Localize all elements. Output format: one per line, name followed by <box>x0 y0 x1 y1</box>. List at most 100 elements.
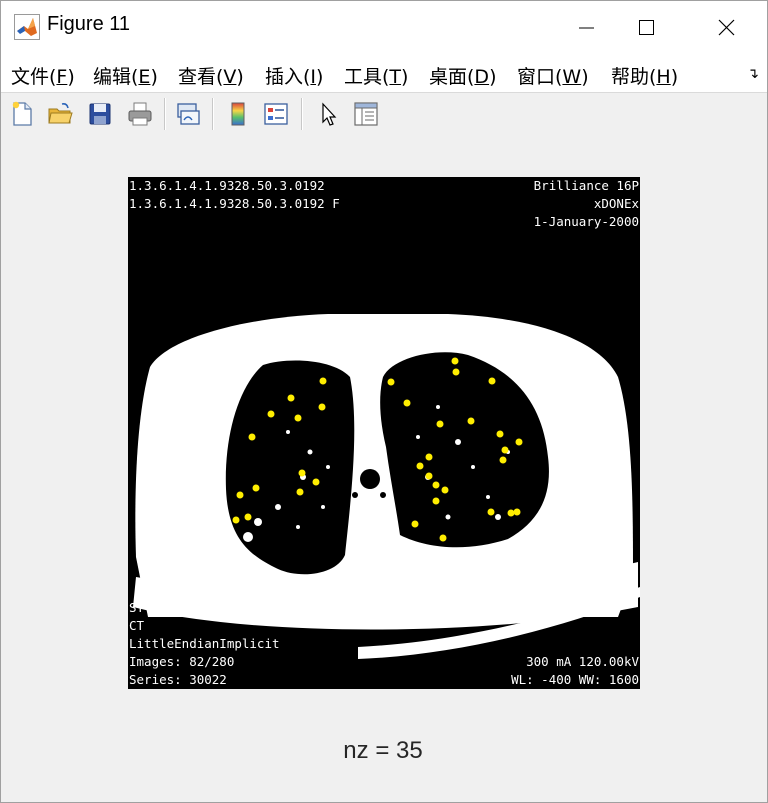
marker-point-7 <box>403 399 411 407</box>
menu-desktop-close: ) <box>489 66 497 88</box>
window-title: Figure 11 <box>47 13 131 35</box>
menu-bar: 文件(F) 编辑(E) 查看(V) 插入(I) 工具(T) 桌面(D) 窗口(W… <box>1 54 767 92</box>
marker-point-19 <box>416 462 424 470</box>
marker-point-20 <box>298 469 306 477</box>
marker-point-34 <box>411 520 419 528</box>
menu-edit-accel: E <box>138 66 151 88</box>
marker-point-26 <box>296 488 304 496</box>
toolbar <box>1 92 767 137</box>
overlay-bottom-left-line-4: Images: 82/280 <box>129 654 234 669</box>
overlay-bottom-right-line-2: WL: -400 WW: 1600 <box>511 672 639 687</box>
menu-file-label: 文件( <box>11 66 57 88</box>
x-axis-label: nz = 35 <box>343 737 423 764</box>
marker-point-10 <box>294 414 302 422</box>
marker-point-18 <box>499 456 507 464</box>
menu-file-close: ) <box>67 66 75 88</box>
marker-point-5 <box>319 377 327 385</box>
menu-edit-close: ) <box>150 66 158 88</box>
menu-help-label: 帮助( <box>611 66 657 88</box>
select-pointer-icon <box>322 102 337 126</box>
menu-tools[interactable]: 工具(T) <box>344 62 408 89</box>
marker-point-25 <box>441 486 449 494</box>
overlay-bottom-right-line-1: 300 mA 120.00kV <box>526 654 639 669</box>
menu-view-accel: V <box>223 66 237 88</box>
menu-help[interactable]: 帮助(H) <box>611 62 678 89</box>
maximize-button[interactable] <box>617 1 677 54</box>
ct-scan-image: 1.3.6.1.4.1.9328.50.3.0192 1.3.6.1.4.1.9… <box>128 177 640 689</box>
open-file-icon <box>48 103 73 124</box>
menu-tools-close: ) <box>401 66 409 88</box>
menu-view[interactable]: 查看(V) <box>178 62 244 89</box>
print-button[interactable] <box>125 99 155 129</box>
marker-point-28 <box>432 497 440 505</box>
marker-point-3 <box>387 378 395 386</box>
toolbar-separator <box>164 98 166 130</box>
minimize-icon <box>579 27 594 29</box>
menu-view-label: 查看( <box>178 66 224 88</box>
left-lung <box>225 360 355 575</box>
marker-point-29 <box>487 508 495 516</box>
link-plot-icon <box>177 103 200 125</box>
marker-point-22 <box>312 478 320 486</box>
menu-window-accel: W <box>562 66 582 88</box>
marker-point-14 <box>515 438 523 446</box>
overlay-bottom-left-line-3: LittleEndianImplicit <box>129 636 280 651</box>
legend-icon <box>264 103 288 125</box>
marker-point-9 <box>267 410 275 418</box>
marker-point-32 <box>244 513 252 521</box>
title-bar: Figure 11 <box>1 1 767 54</box>
overlay-top-left-line-2: 1.3.6.1.4.1.9328.50.3.0192 F <box>129 196 340 211</box>
menu-file-accel: F <box>56 66 68 88</box>
marker-point-13 <box>496 430 504 438</box>
overlay-top-left-line-1: 1.3.6.1.4.1.9328.50.3.0192 <box>129 178 325 193</box>
menu-edit[interactable]: 编辑(E) <box>93 62 158 89</box>
menu-insert[interactable]: 插入(I) <box>265 62 323 89</box>
legend-button[interactable] <box>261 99 291 129</box>
save-button[interactable] <box>85 99 115 129</box>
marker-point-15 <box>248 433 256 441</box>
menu-view-close: ) <box>236 66 244 88</box>
marker-point-33 <box>232 516 240 524</box>
property-editor-icon <box>354 102 378 126</box>
marker-point-11 <box>467 417 475 425</box>
select-pointer-button[interactable] <box>313 99 343 129</box>
marker-point-31 <box>507 509 515 517</box>
menu-tools-label: 工具( <box>344 66 390 88</box>
property-editor-button[interactable] <box>351 99 381 129</box>
colorbar-icon <box>231 102 245 126</box>
marker-point-30 <box>513 508 521 516</box>
colorbar-button[interactable] <box>223 99 253 129</box>
matlab-icon <box>14 14 40 40</box>
menu-overflow-icon[interactable]: ↴ <box>747 66 759 82</box>
marker-point-4 <box>488 377 496 385</box>
marker-point-24 <box>252 484 260 492</box>
new-figure-icon <box>12 101 32 126</box>
menu-window-label: 窗口( <box>517 66 563 88</box>
close-button[interactable] <box>697 1 757 54</box>
marker-point-8 <box>318 403 326 411</box>
menu-desktop[interactable]: 桌面(D) <box>429 62 496 89</box>
menu-window[interactable]: 窗口(W) <box>517 62 589 89</box>
menu-help-close: ) <box>670 66 679 88</box>
open-file-button[interactable] <box>45 99 75 129</box>
menu-insert-close: ) <box>316 66 324 88</box>
menu-file[interactable]: 文件(F) <box>11 62 75 89</box>
minimize-button[interactable] <box>557 1 617 54</box>
marker-point-16 <box>501 446 509 454</box>
save-icon <box>89 103 111 125</box>
overlay-bottom-left-line-2: CT <box>129 618 145 633</box>
toolbar-separator <box>301 98 303 130</box>
overlay-top-right-line-3: 1-January-2000 <box>534 214 639 229</box>
print-icon <box>128 102 152 126</box>
close-icon <box>718 19 735 36</box>
maximize-icon <box>639 20 654 35</box>
marker-point-6 <box>287 394 295 402</box>
marker-point-17 <box>425 453 433 461</box>
marker-point-12 <box>436 420 444 428</box>
menu-edit-label: 编辑( <box>93 66 139 88</box>
new-figure-button[interactable] <box>7 99 37 129</box>
link-plot-button[interactable] <box>173 99 203 129</box>
overlay-bottom-left-line-1: ST: 2.00 SE <box>129 600 212 615</box>
marker-point-27 <box>236 491 244 499</box>
menu-insert-label: 插入( <box>265 66 311 88</box>
